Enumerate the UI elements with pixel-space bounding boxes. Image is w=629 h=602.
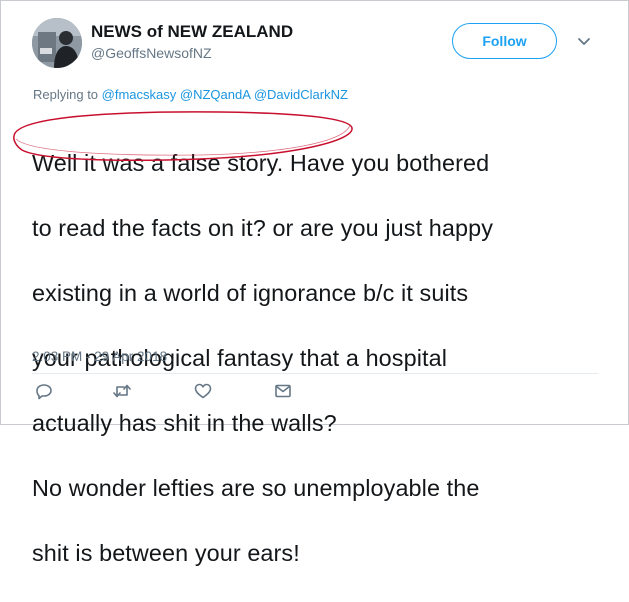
tweet-text-line: shit is between your ears!: [32, 539, 300, 566]
mention-link[interactable]: @DavidClarkNZ: [254, 87, 348, 102]
tweet-card: NEWS of NEW ZEALAND @GeoffsNewsofNZ Foll…: [0, 0, 629, 566]
tweet-text-line: existing in a world of ignorance b/c it …: [32, 279, 469, 306]
avatar[interactable]: [32, 18, 82, 68]
heart-icon[interactable]: [193, 382, 213, 400]
replying-to-label: Replying to: [33, 87, 99, 102]
follow-button[interactable]: Follow: [452, 23, 557, 59]
reply-icon[interactable]: [34, 382, 54, 400]
divider: [32, 373, 598, 374]
tweet-text-line: Well it was a false story. Have you both…: [32, 149, 490, 176]
mention-link[interactable]: @fmacskasy: [102, 87, 177, 102]
chevron-down-icon[interactable]: [576, 35, 592, 49]
display-name[interactable]: NEWS of NEW ZEALAND: [91, 22, 293, 42]
mention-link[interactable]: @NZQandA: [180, 87, 250, 102]
avatar-image: [32, 18, 82, 68]
tweet-text-line: to read the facts on it? or are you just…: [32, 214, 493, 241]
replying-to-line: Replying to @fmacskasy @NZQandA @DavidCl…: [33, 87, 348, 102]
tweet-text-line: actually has shit in the walls?: [32, 409, 337, 436]
envelope-icon[interactable]: [273, 382, 293, 400]
user-handle[interactable]: @GeoffsNewsofNZ: [91, 45, 212, 61]
retweet-icon[interactable]: [112, 382, 132, 400]
tweet-timestamp[interactable]: 2:03 PM - 29 Apr 2018: [32, 349, 167, 364]
tweet-text-line: No wonder lefties are so unemployable th…: [32, 474, 480, 501]
